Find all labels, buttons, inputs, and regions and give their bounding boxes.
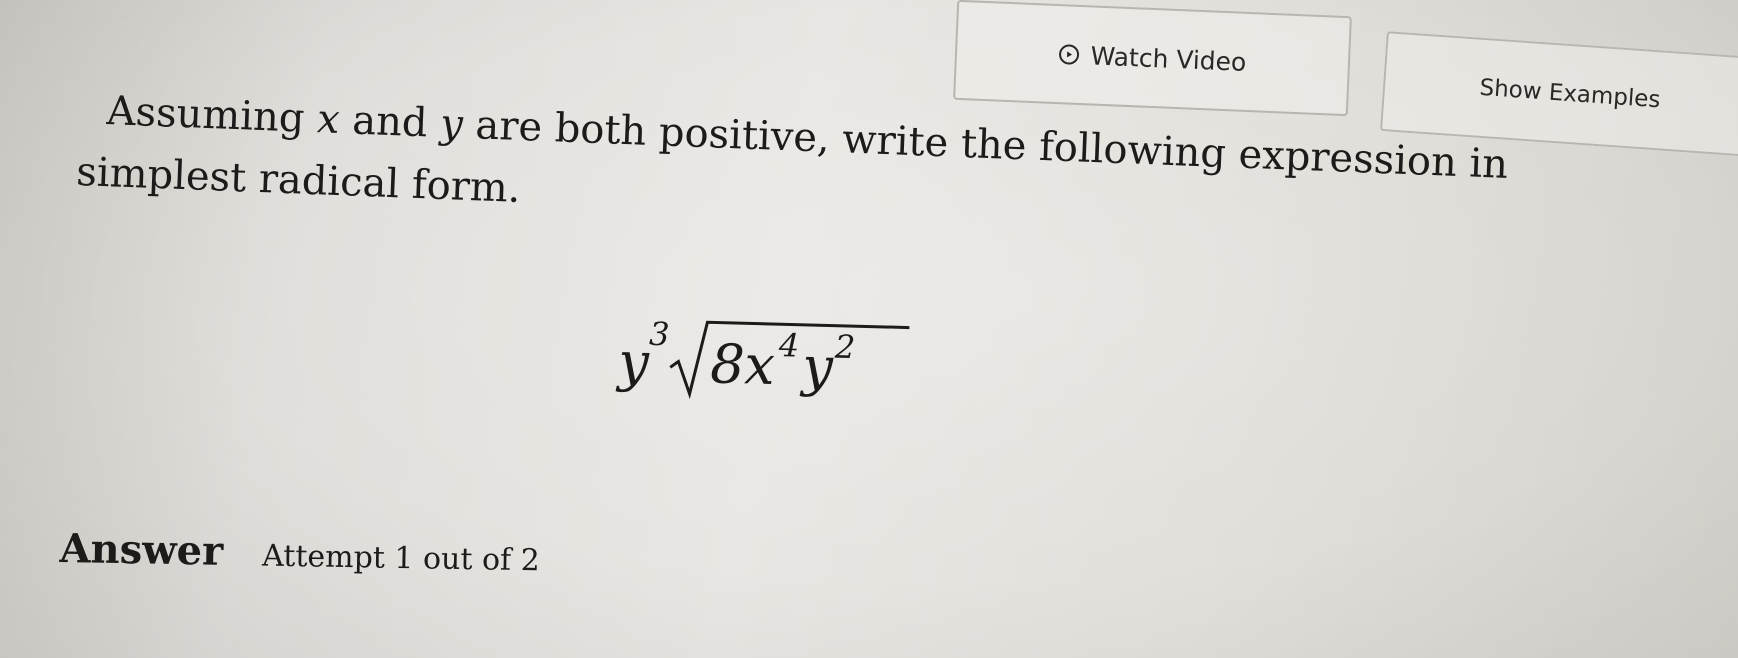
radicand-number: 8 [710, 332, 746, 396]
radicand-exp-x: 4 [777, 326, 799, 365]
answer-row: Answer Attempt 1 out of 2 [59, 525, 540, 580]
math-expression: y 3 8 x 4 y 2 [616, 300, 920, 431]
coefficient-base: y [616, 330, 652, 394]
play-circle-icon [1058, 44, 1080, 65]
variable-x: x [316, 96, 341, 143]
radicand-var-x: x [744, 333, 776, 397]
answer-label: Answer [59, 525, 224, 575]
attempt-counter: Attempt 1 out of 2 [261, 538, 541, 579]
show-examples-label: Show Examples [1478, 74, 1662, 114]
radicand-var-y: y [800, 335, 836, 399]
watch-video-label: Watch Video [1090, 40, 1247, 77]
variable-y: y [439, 100, 464, 148]
coefficient-exponent: 3 [649, 315, 670, 354]
radicand-exp-y: 2 [833, 328, 855, 367]
watch-video-button[interactable]: Watch Video [953, 0, 1352, 117]
